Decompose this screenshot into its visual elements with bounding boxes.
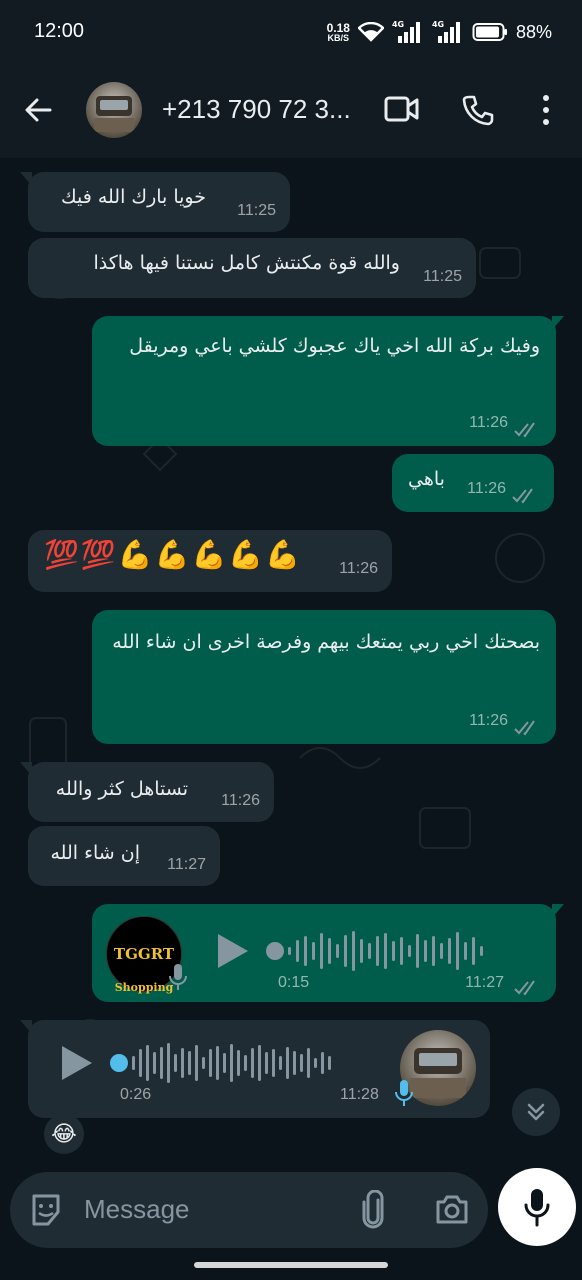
more-options-icon[interactable] [538, 94, 554, 126]
voice-record-button[interactable] [498, 1168, 576, 1246]
signal-icon-2: 4G [432, 20, 464, 44]
read-ticks-icon [514, 422, 535, 438]
contact-name[interactable]: +213 790 72 3... [162, 94, 351, 125]
message-incoming-emoji[interactable]: 💯💯💪💪💪💪💪 11:26 [28, 530, 392, 592]
status-icons: 0.18 KB/S 4G 4G 88% [327, 20, 552, 44]
read-ticks-icon [512, 488, 533, 504]
network-speed: 0.18 KB/S [326, 20, 350, 43]
message-incoming[interactable]: تستاهل كثر والله 11:26 [20, 762, 274, 822]
message-outgoing[interactable]: باهي 11:26 [392, 454, 554, 512]
voice-waveform[interactable] [132, 1038, 331, 1088]
scroll-to-bottom-button[interactable] [512, 1088, 560, 1136]
play-icon[interactable] [216, 932, 250, 970]
video-call-icon[interactable] [384, 94, 420, 124]
playback-dot[interactable] [266, 942, 284, 960]
contact-avatar[interactable] [86, 82, 142, 138]
message-outgoing[interactable]: وفيك بركة الله اخي ياك عجبوك كلشي باعي و… [92, 316, 564, 446]
message-input-bar[interactable]: Message [10, 1172, 488, 1248]
play-icon[interactable] [60, 1044, 94, 1082]
signal-icon-1: 4G [392, 20, 424, 44]
message-incoming[interactable]: إن شاء الله 11:27 [28, 826, 220, 886]
read-ticks-icon [514, 980, 535, 996]
chat-area[interactable]: خويا بارك الله فيك 11:25 والله قوة مكنتش… [0, 158, 582, 1168]
voice-message-incoming[interactable]: 0:26 11:28 [20, 1020, 490, 1118]
status-time: 12:00 [34, 20, 85, 42]
reaction-badge[interactable]: 😂 [44, 1114, 84, 1154]
microphone-icon [524, 1189, 550, 1227]
attach-icon[interactable] [360, 1190, 386, 1230]
playback-dot[interactable] [110, 1054, 128, 1072]
voice-waveform[interactable] [288, 926, 483, 976]
voice-call-icon[interactable] [462, 94, 494, 126]
double-chevron-down-icon [527, 1103, 545, 1121]
message-incoming[interactable]: خويا بارك الله فيك 11:25 [20, 172, 290, 232]
status-bar: 12:00 0.18 KB/S 4G 4G 88% [0, 0, 582, 62]
back-arrow-icon[interactable] [22, 94, 54, 126]
wifi-icon [357, 22, 384, 42]
read-ticks-icon [514, 720, 535, 736]
chat-header: +213 790 72 3... [0, 62, 582, 158]
message-incoming[interactable]: والله قوة مكنتش كامل نستنا فيها هاكذا 11… [28, 238, 476, 298]
gesture-bar [194, 1262, 388, 1268]
voice-message-outgoing[interactable]: TGGRT Shopping 0:15 11:27 [92, 904, 564, 1002]
message-outgoing[interactable]: بصحتك اخي ربي يمتعك بيهم وفرصة اخرى ان ش… [92, 610, 556, 744]
sticker-icon[interactable] [28, 1192, 64, 1228]
camera-icon[interactable] [434, 1192, 470, 1226]
mic-small-icon [395, 1080, 413, 1106]
battery-icon [472, 23, 507, 41]
battery-percent: 88% [515, 21, 552, 42]
message-input[interactable]: Message [84, 1194, 190, 1225]
mic-small-icon [169, 964, 187, 990]
